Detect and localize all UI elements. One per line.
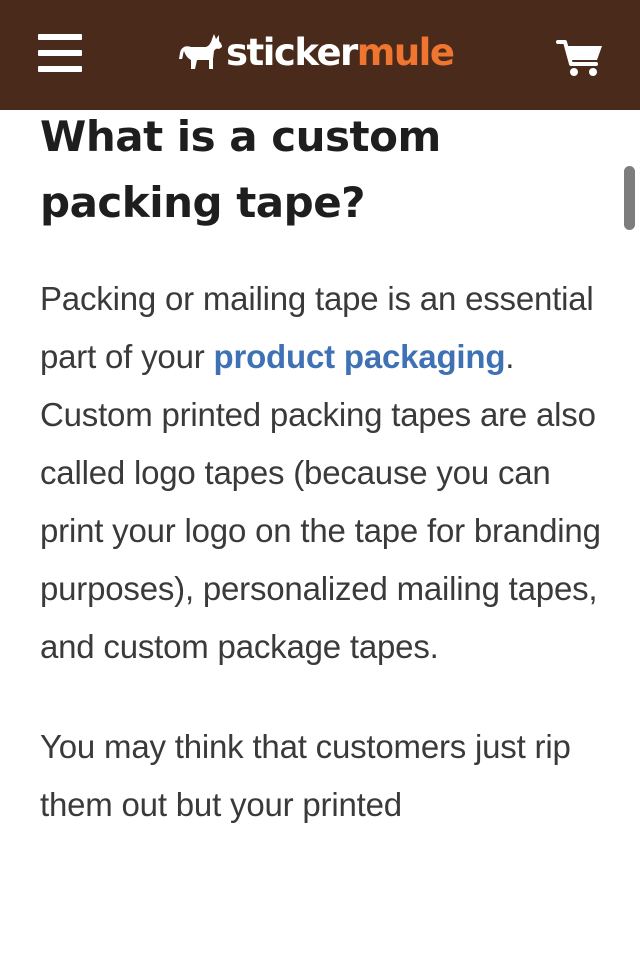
product-packaging-link[interactable]: product packaging xyxy=(214,338,506,375)
article-paragraph: You may think that customers just rip th… xyxy=(40,728,571,823)
article-body: What is a custom packing tape? Packing o… xyxy=(40,110,610,834)
stickermule-logo[interactable]: stickermule xyxy=(178,26,455,78)
menu-line xyxy=(38,66,82,72)
main-content: What is a custom packing tape? Packing o… xyxy=(0,110,640,959)
hamburger-menu-icon[interactable] xyxy=(38,34,82,72)
article-paragraph: Packing or mailing tape is an essential … xyxy=(40,270,610,676)
article-heading: What is a custom packing tape? xyxy=(40,112,441,227)
top-navigation-bar: stickermule xyxy=(0,0,640,110)
logo-text-sticker: sticker xyxy=(226,30,358,74)
logo-text-mule: mule xyxy=(356,30,455,74)
menu-line xyxy=(38,50,82,56)
shopping-cart-icon[interactable] xyxy=(556,36,604,78)
page-scrollbar[interactable] xyxy=(624,166,635,230)
mule-icon xyxy=(179,34,222,69)
menu-line xyxy=(38,34,82,40)
paragraph-text: . Custom printed packing tapes are also … xyxy=(40,338,601,665)
